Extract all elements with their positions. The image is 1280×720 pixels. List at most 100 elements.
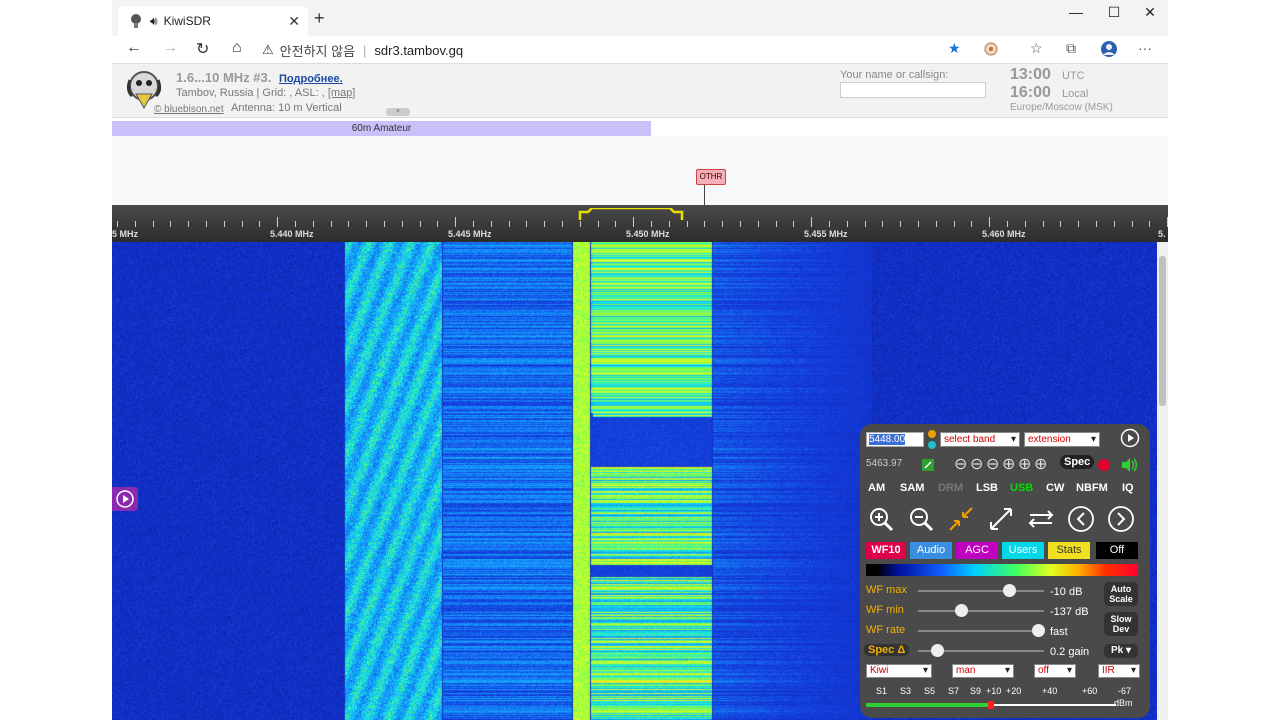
- callsign-label: Your name or callsign:: [840, 69, 949, 81]
- averaging-select[interactable]: off: [1034, 664, 1076, 678]
- close-tab-icon[interactable]: ✕: [288, 13, 300, 30]
- warning-icon[interactable]: ⚠: [262, 42, 274, 58]
- wf-min-slider[interactable]: [918, 610, 1044, 612]
- location-text: Tambov, Russia | Grid: , ASL: ,: [176, 87, 328, 99]
- peak-select[interactable]: Pk ▾: [1104, 644, 1138, 658]
- profile-avatar[interactable]: [1100, 40, 1118, 58]
- zoom-out-icon[interactable]: ⊖: [954, 454, 967, 474]
- reload-icon[interactable]: ↻: [196, 39, 209, 59]
- speaker-volume-icon[interactable]: [1120, 457, 1140, 473]
- extension-select[interactable]: extension: [1024, 432, 1100, 447]
- favorite-star-icon[interactable]: ★: [948, 40, 961, 57]
- tab-wf10[interactable]: WF10: [866, 542, 906, 559]
- security-label[interactable]: 안전하지 않음: [280, 41, 355, 60]
- gain-mode-select[interactable]: man: [952, 664, 1014, 678]
- page-right-icon[interactable]: [1106, 504, 1136, 534]
- scale-tick: [1007, 221, 1008, 227]
- zoom-out-magnifier-icon[interactable]: [906, 504, 936, 534]
- tab-off[interactable]: Off: [1096, 542, 1138, 559]
- frequency-value[interactable]: 5448.00: [869, 434, 906, 445]
- maximize-button[interactable]: ☐: [1096, 4, 1132, 21]
- play-icon: [116, 490, 134, 508]
- play-icon[interactable]: [1120, 428, 1140, 448]
- zoom-out-icon[interactable]: ⊖: [986, 454, 999, 474]
- mode-am-button[interactable]: AM: [868, 482, 885, 494]
- scale-tick: [544, 221, 545, 227]
- collections-icon[interactable]: ⧉: [1066, 40, 1076, 57]
- favorites-icon[interactable]: ☆: [1030, 40, 1043, 57]
- auto-scale-button[interactable]: Auto Scale: [1104, 582, 1138, 606]
- mode-sam-button[interactable]: SAM: [900, 482, 924, 494]
- passband-marker[interactable]: [578, 208, 684, 220]
- wf-max-slider-knob[interactable]: [1002, 584, 1016, 597]
- scrollbar-thumb[interactable]: [1159, 256, 1166, 406]
- mode-drm-button[interactable]: DRM: [938, 482, 963, 494]
- extension-icon[interactable]: [984, 41, 998, 57]
- last-frequency[interactable]: 5463.97: [866, 458, 902, 469]
- dx-label-othr[interactable]: OTHR: [696, 169, 726, 185]
- wf-min-slider-knob[interactable]: [954, 604, 968, 617]
- more-info-link[interactable]: Подробнее.: [279, 73, 343, 85]
- wf-min-label: WF min: [866, 604, 904, 616]
- mode-lsb-button[interactable]: LSB: [976, 482, 998, 494]
- spec-delta-slider-knob[interactable]: [930, 644, 944, 657]
- map-link[interactable]: [map]: [328, 87, 356, 99]
- wf-rate-slider-knob[interactable]: [1031, 624, 1045, 637]
- url-text[interactable]: sdr3.tambov.gq: [374, 43, 463, 58]
- tab-audio[interactable]: Audio: [910, 542, 952, 559]
- source-select[interactable]: Kiwi: [866, 664, 932, 678]
- wf-rate-slider[interactable]: [918, 630, 1044, 632]
- home-icon[interactable]: ⌂: [232, 39, 242, 57]
- back-icon[interactable]: ←: [126, 39, 142, 57]
- forward-icon[interactable]: →: [162, 39, 178, 57]
- wf-max-slider[interactable]: [918, 590, 1044, 592]
- window-close-button[interactable]: ✕: [1132, 4, 1168, 21]
- minimize-button[interactable]: —: [1058, 4, 1094, 20]
- page-scrollbar[interactable]: [1157, 242, 1168, 720]
- freq-step-icon[interactable]: [926, 428, 938, 452]
- zoom-in-magnifier-icon[interactable]: [866, 504, 896, 534]
- zoom-reset-icon[interactable]: [1026, 504, 1056, 534]
- tab-agc[interactable]: AGC: [956, 542, 998, 559]
- smeter-label: +40: [1042, 686, 1058, 696]
- band-bar-60m[interactable]: 60m Amateur: [112, 121, 651, 136]
- local-label: Local: [1062, 88, 1089, 100]
- slow-dev-button[interactable]: Slow Dev: [1104, 612, 1138, 636]
- page-left-icon[interactable]: [1066, 504, 1096, 534]
- receiver-location: Tambov, Russia | Grid: , ASL: , [map]: [176, 87, 355, 99]
- mode-usb-button[interactable]: USB: [1010, 482, 1033, 494]
- scale-tick: [1096, 221, 1097, 227]
- copyright-link[interactable]: © bluebison.net: [154, 104, 224, 115]
- zoom-out-icon[interactable]: ⊖: [970, 454, 983, 474]
- tab-stats[interactable]: Stats: [1048, 542, 1090, 559]
- speaker-icon[interactable]: 🔊︎: [150, 14, 158, 29]
- mode-iq-button[interactable]: IQ: [1122, 482, 1134, 494]
- filter-select[interactable]: IIR: [1098, 664, 1140, 678]
- tab-users[interactable]: Users: [1002, 542, 1044, 559]
- zoom-in-icon[interactable]: ⊕: [1018, 454, 1031, 474]
- address-field[interactable]: ⚠ 안전하지 않음 | sdr3.tambov.gq: [262, 39, 463, 61]
- spec-delta-button[interactable]: Spec Δ: [864, 644, 910, 656]
- mode-nbfm-button[interactable]: NBFM: [1076, 482, 1108, 494]
- side-panel-open-button[interactable]: [112, 487, 138, 511]
- frequency-input[interactable]: 5448.00: [866, 432, 924, 447]
- zoom-in-icon[interactable]: ⊕: [1002, 454, 1015, 474]
- edit-icon[interactable]: [922, 459, 934, 471]
- more-icon[interactable]: ···: [1138, 40, 1152, 56]
- smeter-label: S1: [876, 686, 888, 696]
- mode-cw-button[interactable]: CW: [1046, 482, 1064, 494]
- zoom-max-icon[interactable]: [986, 504, 1016, 534]
- copyright-text[interactable]: © bluebison.net: [154, 104, 224, 115]
- tab-kiwisdr[interactable]: 🔊︎ KiwiSDR ✕: [118, 6, 308, 36]
- spec-button[interactable]: Spec: [1060, 455, 1095, 469]
- record-icon[interactable]: [1098, 459, 1110, 471]
- zoom-in-icon[interactable]: ⊕: [1034, 454, 1047, 474]
- smeter-label: +10: [986, 686, 1002, 696]
- scale-tick: [331, 221, 332, 227]
- band-select[interactable]: select band: [940, 432, 1020, 447]
- zoom-band-icon[interactable]: [946, 504, 976, 534]
- callsign-input[interactable]: [840, 82, 986, 98]
- smeter-label: S3: [900, 686, 912, 696]
- header-collapse-toggle[interactable]: ▾: [386, 108, 410, 116]
- new-tab-button[interactable]: +: [314, 8, 325, 29]
